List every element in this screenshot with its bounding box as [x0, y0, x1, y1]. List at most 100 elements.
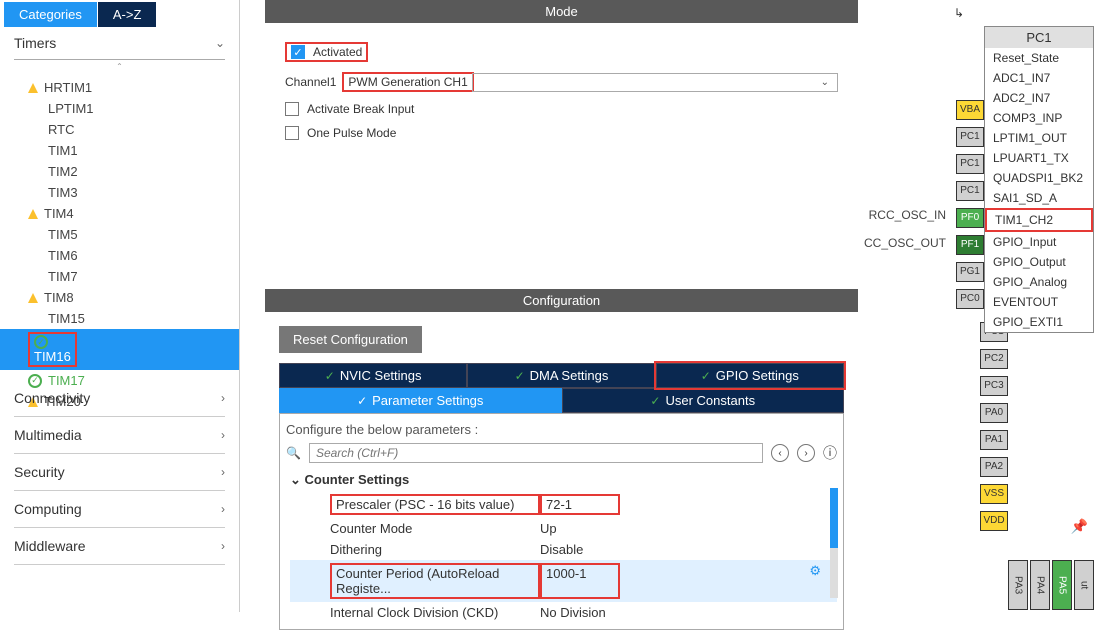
onepulse-checkbox[interactable] [285, 126, 299, 140]
channel1-dropdown[interactable]: ⌄ [472, 73, 838, 92]
group-computing[interactable]: Computing› [14, 491, 225, 528]
timer-item-tim16[interactable]: ✓TIM16 [0, 329, 239, 370]
check-icon: ✓ [650, 394, 660, 408]
gear-icon[interactable]: ⚙ [809, 563, 821, 599]
param-name: Counter Mode [330, 521, 540, 536]
group-middleware[interactable]: Middleware› [14, 528, 225, 565]
timer-item-tim2[interactable]: TIM2 [28, 161, 225, 182]
pin-pf1[interactable]: PF1 [956, 235, 984, 255]
pin-pa2[interactable]: PA2 [980, 457, 1008, 477]
pin-pc1[interactable]: PC1 [956, 181, 984, 201]
prev-icon[interactable]: ‹ [771, 444, 789, 462]
break-checkbox[interactable] [285, 102, 299, 116]
ctx-item-sai1_sd_a[interactable]: SAI1_SD_A [985, 188, 1093, 208]
timers-tree: HRTIM1LPTIM1RTCTIM1TIM2TIM3TIM4TIM5TIM6T… [0, 73, 239, 416]
tab-categories[interactable]: Categories [4, 2, 97, 27]
ctx-item-adc1_in7[interactable]: ADC1_IN7 [985, 68, 1093, 88]
timer-item-hrtim1[interactable]: HRTIM1 [28, 77, 225, 98]
timer-item-tim4[interactable]: TIM4 [28, 203, 225, 224]
param-row[interactable]: Internal Clock Division (CKD)No Division [290, 602, 837, 623]
ctx-item-adc2_in7[interactable]: ADC2_IN7 [985, 88, 1093, 108]
tab-nvic[interactable]: ✓NVIC Settings [279, 363, 467, 388]
group-connectivity[interactable]: Connectivity› [14, 380, 225, 417]
param-row[interactable]: DitheringDisable [290, 539, 837, 560]
timer-label: HRTIM1 [44, 80, 92, 95]
ctx-item-reset_state[interactable]: Reset_State [985, 48, 1093, 68]
tab-az[interactable]: A->Z [98, 2, 157, 27]
timer-item-tim8[interactable]: TIM8 [28, 287, 225, 308]
group-multimedia[interactable]: Multimedia› [14, 417, 225, 454]
tab-dma[interactable]: ✓DMA Settings [467, 363, 655, 388]
pin-pa5[interactable]: PA5 [1052, 560, 1072, 610]
timer-item-rtc[interactable]: RTC [28, 119, 225, 140]
timer-item-tim3[interactable]: TIM3 [28, 182, 225, 203]
ctx-item-lpuart1_tx[interactable]: LPUART1_TX [985, 148, 1093, 168]
drag-handle-icon[interactable]: ⌃ [0, 60, 239, 73]
pin-pc1[interactable]: PC1 [956, 127, 984, 147]
param-row[interactable]: Counter ModeUp [290, 518, 837, 539]
sidebar: Categories A->Z Timers ⌄ ⌃ HRTIM1 LPTIM1 R… [0, 0, 240, 612]
param-value: Up [540, 521, 620, 536]
pin-pc3[interactable]: PC3 [980, 376, 1008, 396]
pin-vss[interactable]: VSS [980, 484, 1008, 504]
section-timers-header[interactable]: Timers ⌄ [14, 27, 225, 60]
net-rcc-osc-in: RCC_OSC_IN [869, 208, 946, 222]
param-row[interactable]: Counter Period (AutoReload Registe...100… [290, 560, 837, 602]
pin-ut[interactable]: ut [1074, 560, 1094, 610]
timer-item-lptim1[interactable]: LPTIM1 [28, 98, 225, 119]
reset-config-button[interactable]: Reset Configuration [279, 326, 422, 353]
pin-pa1[interactable]: PA1 [980, 430, 1008, 450]
pin-column-right: PC1PC2PC3PA0PA1PA2VSSVDD [980, 318, 1008, 534]
check-icon: ✓ [325, 369, 335, 383]
pin-vdd[interactable]: VDD [980, 511, 1008, 531]
chevron-right-icon: › [221, 465, 225, 479]
scrollbar[interactable] [830, 488, 838, 598]
ctx-item-gpio_analog[interactable]: GPIO_Analog [985, 272, 1093, 292]
param-tree: ⌄ Counter Settings Prescaler (PSC - 16 b… [286, 469, 837, 623]
pin-pg1[interactable]: PG1 [956, 262, 984, 282]
ctx-item-gpio_exti1[interactable]: GPIO_EXTI1 [985, 312, 1093, 332]
tab-user[interactable]: ✓User Constants [562, 388, 845, 413]
warning-icon [28, 293, 38, 303]
channel1-value-highlight: PWM Generation CH1 [342, 72, 473, 92]
pin-pc0[interactable]: PC0 [956, 289, 984, 309]
ctx-item-gpio_input[interactable]: GPIO_Input [985, 232, 1093, 252]
timer-item-tim1[interactable]: TIM1 [28, 140, 225, 161]
pin-vba[interactable]: VBA [956, 100, 984, 120]
tab-parameter[interactable]: ✓Parameter Settings [279, 388, 562, 413]
timer-item-tim15[interactable]: TIM15 [28, 308, 225, 329]
ctx-item-lptim1_out[interactable]: LPTIM1_OUT [985, 128, 1093, 148]
pin-pc1[interactable]: PC1 [956, 154, 984, 174]
scroll-thumb[interactable] [830, 488, 838, 548]
break-label: Activate Break Input [307, 102, 414, 116]
activated-checkbox[interactable]: ✓ [291, 45, 305, 59]
channel1-label: Channel1 [285, 75, 336, 89]
ctx-item-gpio_output[interactable]: GPIO_Output [985, 252, 1093, 272]
ctx-item-quadspi1_bk2[interactable]: QUADSPI1_BK2 [985, 168, 1093, 188]
pin-icon[interactable]: 📌 [1071, 518, 1088, 535]
param-group-counter[interactable]: ⌄ Counter Settings [290, 469, 837, 491]
timer-label: LPTIM1 [48, 101, 94, 116]
pin-pa3[interactable]: PA3 [1008, 560, 1028, 610]
timer-label: TIM1 [48, 143, 78, 158]
pin-pc2[interactable]: PC2 [980, 349, 1008, 369]
sidebar-groups: Connectivity› Multimedia› Security› Comp… [0, 380, 239, 565]
chevron-down-icon: ⌄ [215, 36, 225, 50]
timer-item-tim6[interactable]: TIM6 [28, 245, 225, 266]
tab-gpio[interactable]: ✓GPIO Settings [656, 363, 844, 388]
pin-pa4[interactable]: PA4 [1030, 560, 1050, 610]
target-marker-icon: ↳ [954, 6, 984, 24]
pin-pa0[interactable]: PA0 [980, 403, 1008, 423]
ctx-item-tim1_ch2[interactable]: TIM1_CH2 [985, 208, 1093, 232]
info-icon[interactable]: ⓘ [823, 443, 837, 463]
chevron-right-icon: › [221, 391, 225, 405]
timer-item-tim7[interactable]: TIM7 [28, 266, 225, 287]
next-icon[interactable]: › [797, 444, 815, 462]
group-security[interactable]: Security› [14, 454, 225, 491]
ctx-item-eventout[interactable]: EVENTOUT [985, 292, 1093, 312]
timer-item-tim5[interactable]: TIM5 [28, 224, 225, 245]
search-input[interactable] [309, 443, 763, 463]
ctx-item-comp3_inp[interactable]: COMP3_INP [985, 108, 1093, 128]
param-row[interactable]: Prescaler (PSC - 16 bits value)72-1 [290, 491, 837, 518]
pin-pf0[interactable]: PF0 [956, 208, 984, 228]
